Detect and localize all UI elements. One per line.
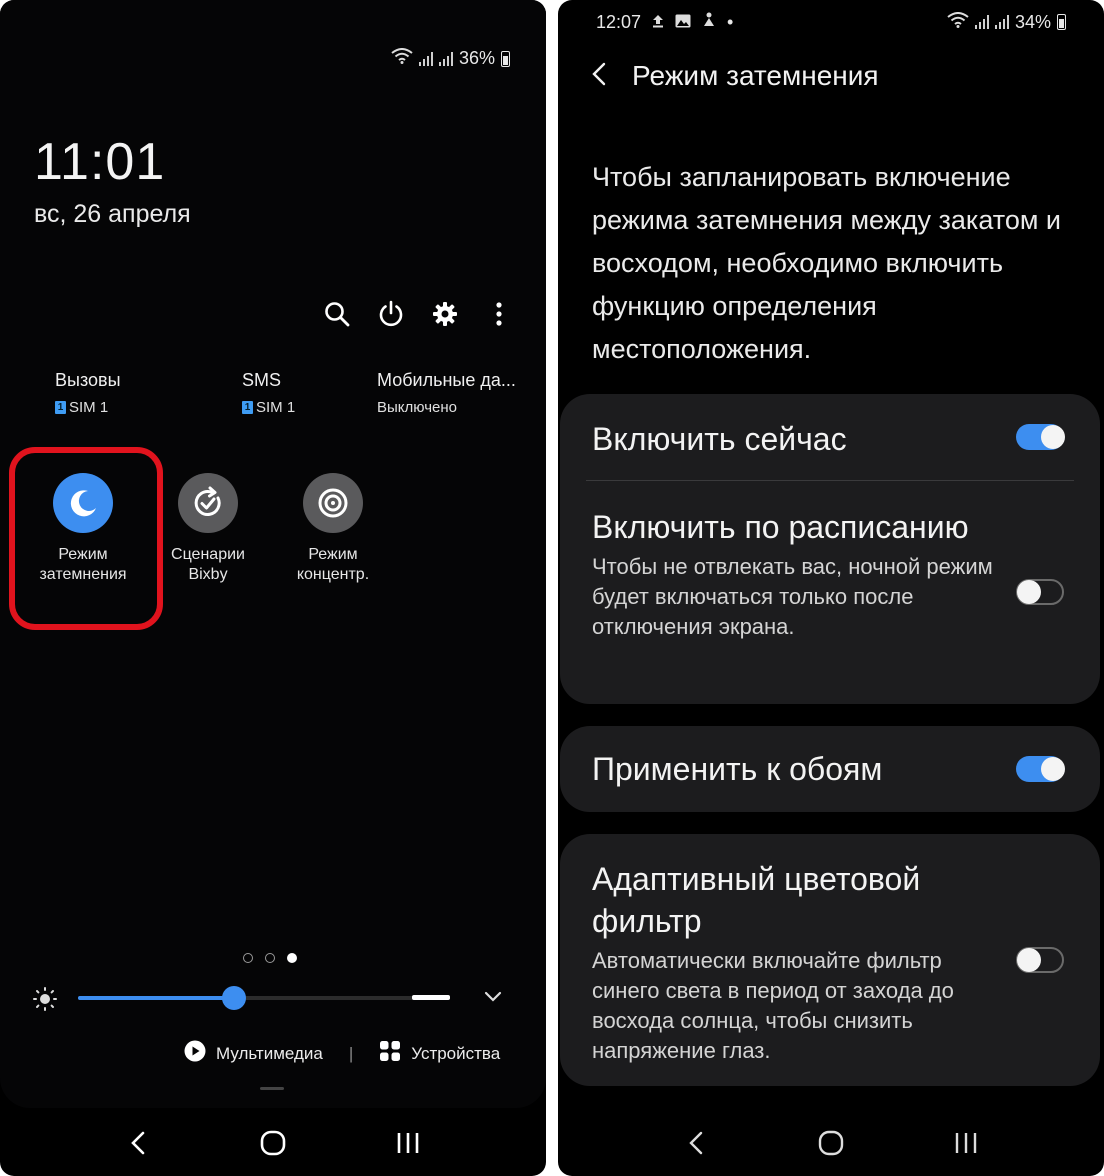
sms-sim-selector[interactable]: SMS 1 SIM 1 (242, 370, 295, 416)
toggle-knob (1041, 425, 1065, 449)
media-button[interactable]: Мультимедиа (184, 1040, 323, 1067)
schedule-row[interactable]: Включить по расписанию Чтобы не отвлекат… (560, 482, 1100, 704)
power-icon[interactable] (376, 298, 406, 330)
quick-panel-toolbar (322, 298, 514, 330)
home-icon[interactable] (811, 1123, 851, 1163)
battery-icon (501, 50, 510, 67)
mobile-data-status: Выключено (377, 399, 457, 416)
quick-settings-panel: 36% 11:01 вс, 26 апреля Вызовы 1 SIM 1 SM… (0, 0, 546, 1108)
brightness-max-segment (412, 995, 450, 1000)
schedule-text: Включить по расписанию Чтобы не отвлекат… (592, 506, 1002, 642)
settings-card: Включить сейчас Включить по расписанию Ч… (560, 394, 1100, 704)
page-dot-active (287, 953, 297, 963)
calls-sim-selector[interactable]: Вызовы 1 SIM 1 (55, 370, 121, 416)
location-notice[interactable]: Чтобы запланировать включение режима зат… (592, 156, 1072, 371)
highlight-annotation (9, 447, 163, 630)
status-bar: 36% (391, 48, 510, 69)
sms-sim: SIM 1 (256, 399, 296, 416)
devices-label: Устройства (411, 1043, 501, 1063)
signal-icon-2 (994, 15, 1009, 29)
calls-sim: SIM 1 (69, 399, 109, 416)
more-notifications: • (727, 11, 734, 32)
toggle-knob (1041, 757, 1065, 781)
wallpaper-toggle[interactable] (1016, 756, 1065, 782)
app-header: Режим затемнения (592, 60, 879, 92)
image-icon (675, 12, 691, 33)
notification-icon (702, 12, 716, 33)
more-icon[interactable] (484, 298, 514, 330)
adaptive-filter-row[interactable]: Адаптивный цветовой фильтр Автоматически… (560, 834, 1100, 1086)
back-arrow-icon[interactable] (592, 62, 606, 91)
schedule-title: Включить по расписанию (592, 509, 969, 545)
brightness-slider[interactable] (78, 986, 450, 1010)
wallpaper-title: Применить к обоям (592, 751, 883, 787)
date: вс, 26 апреля (34, 200, 191, 228)
tile-label: концентр. (296, 566, 370, 583)
focus-icon (303, 473, 363, 533)
dark-mode-settings-screen: 12:07 • 34% Режим затемнения Чтобы запла… (558, 0, 1104, 1176)
signal-icon (418, 51, 433, 66)
enable-now-row[interactable]: Включить сейчас (560, 394, 1100, 482)
enable-now-title: Включить сейчас (592, 421, 847, 457)
time: 12:07 (596, 11, 642, 32)
devices-icon (379, 1040, 401, 1067)
navigation-bar (0, 1110, 546, 1176)
wallpaper-row[interactable]: Применить к обоям (560, 726, 1100, 812)
media-label: Мультимедиа (216, 1043, 323, 1063)
navigation-bar (558, 1110, 1104, 1176)
adaptive-description: Автоматически включайте фильтр синего св… (592, 948, 954, 1063)
schedule-description: Чтобы не отвлекать вас, ночной режим буд… (592, 554, 993, 639)
battery-percent: 34% (1014, 11, 1051, 32)
sim-badge-icon: 1 (242, 401, 253, 414)
battery-percent: 36% (458, 48, 495, 68)
page-dot (265, 953, 275, 963)
panel-handle[interactable] (260, 1087, 284, 1090)
tile-focus-mode[interactable]: Режим концентр. (268, 473, 398, 585)
recents-icon[interactable] (388, 1123, 428, 1163)
battery-icon (1057, 14, 1066, 30)
mobile-data-label: Мобильные да... (377, 370, 516, 390)
brightness-thumb[interactable] (222, 986, 247, 1010)
gear-icon[interactable] (430, 298, 460, 330)
devices-button[interactable]: Устройства (379, 1040, 500, 1067)
sms-label: SMS (242, 370, 282, 390)
search-icon[interactable] (322, 298, 352, 330)
signal-icon (974, 15, 989, 29)
adaptive-toggle[interactable] (1016, 947, 1064, 973)
status-bar: 12:07 • 34% (596, 10, 1066, 34)
separator: | (348, 1043, 354, 1063)
sim-badge-icon: 1 (55, 401, 66, 414)
calls-label: Вызовы (55, 370, 121, 390)
back-icon[interactable] (676, 1123, 716, 1163)
brightness-control (32, 986, 508, 1012)
mobile-data-selector[interactable]: Мобильные да... Выключено (377, 370, 516, 416)
chevron-down-icon[interactable] (484, 990, 502, 1008)
toggle-knob (1017, 580, 1041, 604)
tile-label: Режим (308, 546, 358, 563)
upload-icon (652, 12, 664, 33)
back-icon[interactable] (118, 1123, 158, 1163)
clock: 11:01 (34, 133, 166, 191)
play-icon (184, 1040, 206, 1067)
recents-icon[interactable] (946, 1123, 986, 1163)
signal-icon-2 (438, 51, 453, 66)
brightness-icon (32, 986, 58, 1017)
page-dot (243, 953, 253, 963)
wifi-icon (947, 11, 969, 33)
adaptive-title: Адаптивный цветовой фильтр (592, 861, 921, 939)
page-title: Режим затемнения (632, 60, 879, 91)
divider (586, 480, 1074, 481)
toggle-knob (1017, 948, 1041, 972)
schedule-toggle[interactable] (1016, 579, 1064, 605)
page-indicator (243, 953, 297, 963)
bixby-routine-icon (178, 473, 238, 533)
adaptive-text: Адаптивный цветовой фильтр Автоматически… (592, 858, 1002, 1066)
quick-panel-screen: 36% 11:01 вс, 26 апреля Вызовы 1 SIM 1 SM… (0, 0, 546, 1176)
wifi-icon (391, 48, 413, 69)
home-icon[interactable] (253, 1123, 293, 1163)
enable-now-toggle[interactable] (1016, 424, 1065, 450)
brightness-fill (78, 996, 235, 1000)
media-devices-row: Мультимедиа | Устройства (184, 1040, 500, 1067)
